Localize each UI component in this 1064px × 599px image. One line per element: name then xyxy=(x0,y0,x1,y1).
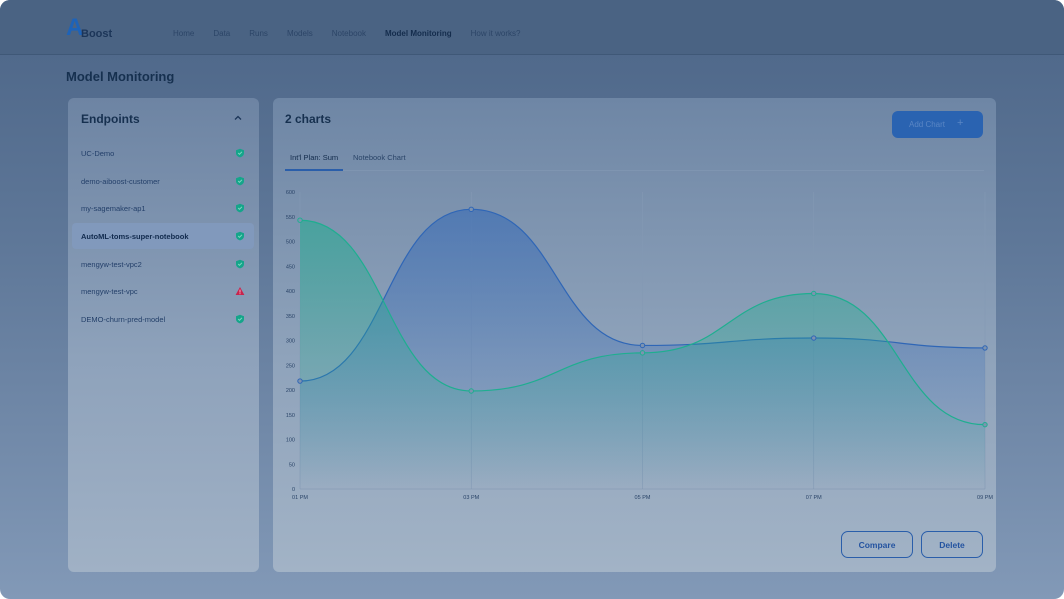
data-point xyxy=(639,350,646,356)
shield-check-icon xyxy=(236,203,244,213)
data-point xyxy=(639,342,646,349)
warning-triangle-icon xyxy=(235,287,245,295)
shield-check-icon xyxy=(236,231,244,241)
endpoint-label: my-sagemaker-ap1 xyxy=(81,204,146,213)
endpoint-item[interactable]: mengyw-test-vpc2 xyxy=(72,251,254,277)
tab-intl-plan-sum[interactable]: Int'l Plan: Sum xyxy=(290,153,338,162)
y-tick-label: 50 xyxy=(289,462,295,468)
main-nav: Home Data Runs Models Notebook Model Mon… xyxy=(173,29,539,38)
data-point xyxy=(811,290,817,297)
y-tick-label: 100 xyxy=(286,438,295,444)
top-navigation-bar: A Boost Home Data Runs Models Notebook M… xyxy=(0,0,1064,55)
shield-check-icon xyxy=(236,259,244,269)
nav-how-it-works[interactable]: How it works? xyxy=(471,29,521,38)
endpoint-label: demo-aiboost-customer xyxy=(81,177,160,186)
endpoint-label: AutoML-toms-super-notebook xyxy=(81,232,189,241)
data-point xyxy=(297,378,303,384)
compare-label: Compare xyxy=(858,540,896,550)
endpoint-label: mengyw-test-vpc2 xyxy=(81,260,142,269)
charts-count-title: 2 charts xyxy=(285,112,332,126)
y-tick-label: 550 xyxy=(286,215,295,221)
y-tick-label: 150 xyxy=(286,413,295,419)
nav-notebook[interactable]: Notebook xyxy=(332,29,366,38)
x-tick-label: 05 PM xyxy=(635,495,651,501)
y-tick-label: 0 xyxy=(292,487,295,493)
y-tick-label: 500 xyxy=(286,240,295,246)
charts-panel: 2 charts Add Chart + Int'l Plan: Sum Not… xyxy=(273,98,996,572)
logo-letter: A xyxy=(66,14,83,41)
y-tick-label: 300 xyxy=(286,339,295,345)
endpoint-item[interactable]: UC-Demo xyxy=(72,140,254,166)
y-tick-label: 350 xyxy=(286,314,295,320)
data-point xyxy=(811,335,817,341)
active-tab-indicator xyxy=(285,169,343,171)
endpoints-panel: Endpoints UC-Demo demo-aiboost-customer … xyxy=(68,98,259,572)
nav-model-monitoring[interactable]: Model Monitoring xyxy=(385,29,452,38)
x-tick-label: 03 PM xyxy=(463,495,479,501)
nav-home[interactable]: Home xyxy=(173,29,194,38)
data-point xyxy=(297,217,303,223)
y-tick-label: 250 xyxy=(286,363,295,369)
data-point xyxy=(982,345,988,351)
endpoint-label: mengyw-test-vpc xyxy=(81,287,138,296)
y-tick-label: 450 xyxy=(286,264,295,270)
x-tick-label: 07 PM xyxy=(806,495,822,501)
app-window: A Boost Home Data Runs Models Notebook M… xyxy=(0,0,1064,599)
y-tick-label: 200 xyxy=(286,388,295,394)
nav-runs[interactable]: Runs xyxy=(249,29,268,38)
delete-button[interactable]: Delete xyxy=(921,531,983,558)
endpoint-item[interactable]: my-sagemaker-ap1 xyxy=(72,195,254,221)
add-chart-button[interactable]: Add Chart + xyxy=(892,111,983,138)
monitoring-chart: 0 50 100 150 200 250 300 350 400 450 500 550 600 01 P… xyxy=(286,190,993,501)
delete-label: Delete xyxy=(939,540,965,550)
compare-button[interactable]: Compare xyxy=(841,531,913,558)
y-tick-label: 400 xyxy=(286,289,295,295)
add-chart-label: Add Chart xyxy=(909,120,946,129)
x-tick-label: 01 PM xyxy=(292,495,308,501)
endpoint-item[interactable]: DEMO-churn-pred-model xyxy=(72,306,254,332)
plus-icon: + xyxy=(957,117,964,129)
endpoint-item[interactable]: demo-aiboost-customer xyxy=(72,168,254,194)
shield-check-icon xyxy=(236,176,244,186)
nav-models[interactable]: Models xyxy=(287,29,313,38)
shield-check-icon xyxy=(236,314,244,324)
endpoints-title: Endpoints xyxy=(81,112,140,126)
data-point xyxy=(468,206,474,213)
endpoint-item[interactable]: mengyw-test-vpc xyxy=(72,278,254,304)
endpoint-label: DEMO-churn-pred-model xyxy=(81,315,166,324)
endpoint-label: UC-Demo xyxy=(81,149,115,158)
tab-notebook-chart[interactable]: Notebook Chart xyxy=(353,153,406,162)
data-point xyxy=(982,421,988,428)
data-point xyxy=(468,388,474,394)
endpoint-item-selected[interactable]: AutoML-toms-super-notebook xyxy=(72,223,254,249)
x-tick-label: 09 PM xyxy=(977,495,993,501)
page-title: Model Monitoring xyxy=(66,69,175,84)
chart-tabs: Int'l Plan: Sum Notebook Chart xyxy=(285,147,984,171)
aiboost-logo[interactable]: A Boost xyxy=(66,16,126,42)
logo-word: Boost xyxy=(81,28,113,40)
nav-data[interactable]: Data xyxy=(213,29,230,38)
y-tick-label: 600 xyxy=(286,190,295,196)
chevron-up-icon[interactable] xyxy=(233,113,243,123)
shield-check-icon xyxy=(236,148,244,158)
